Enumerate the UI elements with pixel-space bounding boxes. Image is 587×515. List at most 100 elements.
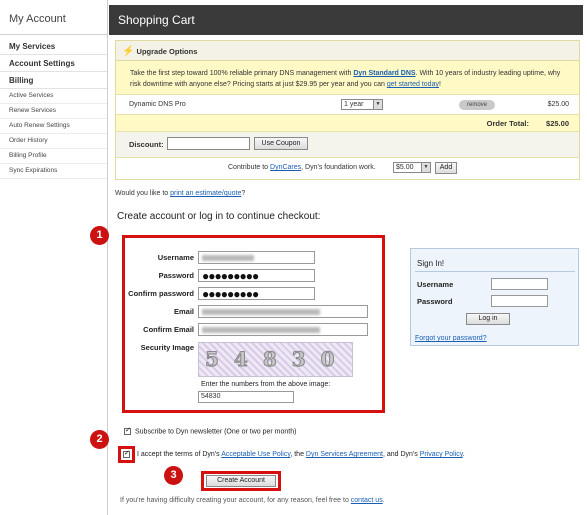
password-row: Password ●●●●●●●●● <box>125 269 382 283</box>
help-text-part: If you're having difficulty creating you… <box>120 497 351 504</box>
password-dots: ●●●●●●●●● <box>202 269 259 282</box>
upgrade-options-bar: ⚡ Upgrade Options <box>116 41 579 61</box>
confirm-email-row: Confirm Email <box>125 323 382 337</box>
redacted-text <box>202 255 254 261</box>
confirm-password-field[interactable]: ●●●●●●●●● <box>198 287 315 300</box>
sidebar-item-order-history[interactable]: Order History <box>0 134 107 149</box>
order-total-row: Order Total: $25.00 <box>116 115 579 132</box>
sidebar-title: My Account <box>0 0 107 35</box>
sidebar-item-renew-services[interactable]: Renew Services <box>0 104 107 119</box>
terms-text-part: I accept the terms of Dyn's <box>137 451 222 458</box>
add-contribution-button[interactable]: Add <box>435 162 457 174</box>
print-estimate-link[interactable]: print an estimate/quote <box>170 190 241 197</box>
email-field[interactable] <box>198 305 368 318</box>
signin-password-input[interactable] <box>491 295 548 307</box>
estimate-text-part: ? <box>241 190 246 197</box>
remove-button[interactable]: remove <box>459 100 495 110</box>
discount-input[interactable] <box>167 137 250 150</box>
contribution-amount-select[interactable]: $5.00 ▼ <box>393 162 431 173</box>
chevron-down-icon: ▼ <box>373 100 382 109</box>
email-label: Email <box>173 307 194 316</box>
sidebar-item-billing-profile[interactable]: Billing Profile <box>0 149 107 164</box>
contribute-text-part: Contribute to <box>228 164 271 171</box>
estimate-text: Would you like to print an estimate/quot… <box>115 190 245 197</box>
contribute-text: Contribute to DynCares, Dyn's foundation… <box>228 164 376 171</box>
step-marker-2: 2 <box>90 430 109 449</box>
order-total-label: Order Total: <box>486 119 529 128</box>
signin-username-input[interactable] <box>491 278 548 290</box>
terms-text-part: , and Dyn's <box>382 451 420 458</box>
captcha-hint: Enter the numbers from the above image: <box>201 381 331 388</box>
terms-text-part: . <box>462 451 465 458</box>
create-account-button[interactable]: Create Account <box>206 475 276 487</box>
captcha-digits: 54830 <box>205 347 350 372</box>
confirm-password-label: Confirm password <box>128 289 194 298</box>
item-price: $25.00 <box>547 101 569 108</box>
promo-text-part: ! <box>438 81 441 88</box>
sidebar-item-auto-renew-settings[interactable]: Auto Renew Settings <box>0 119 107 134</box>
username-label: Username <box>157 253 194 262</box>
redacted-text <box>202 327 320 333</box>
sidebar-item-account-settings[interactable]: Account Settings <box>0 55 107 72</box>
help-text-part: . <box>382 497 385 504</box>
log-in-button[interactable]: Log in <box>466 313 510 325</box>
step-marker-1: 1 <box>90 226 109 245</box>
newsletter-checkbox[interactable] <box>124 426 131 435</box>
sidebar-list: My Services Account Settings Billing Act… <box>0 38 107 179</box>
sidebar-item-billing[interactable]: Billing <box>0 72 107 89</box>
estimate-text-part: Would you like to <box>115 190 171 197</box>
use-coupon-button[interactable]: Use Coupon <box>254 137 308 150</box>
privacy-policy-link[interactable]: Privacy Policy <box>420 451 463 458</box>
term-select[interactable]: 1 year ▼ <box>341 99 383 110</box>
email-row: Email <box>125 305 382 319</box>
username-row: Username <box>125 251 382 265</box>
create-account-highlight: Create Account <box>201 471 281 491</box>
redacted-text <box>202 309 320 315</box>
page-title: Shopping Cart <box>109 5 583 35</box>
contribute-text-part: , Dyn's foundation work. <box>301 164 376 171</box>
security-image-label: Security Image <box>140 343 194 352</box>
step-marker-3: 3 <box>164 466 183 485</box>
dyn-standard-dns-link[interactable]: Dyn Standard DNS <box>353 70 415 77</box>
term-select-value: 1 year <box>344 101 364 108</box>
contribute-row: Contribute to DynCares, Dyn's foundation… <box>116 158 579 178</box>
username-field[interactable] <box>198 251 315 264</box>
terms-highlight <box>118 446 135 463</box>
promo-text: Take the first step toward 100% reliable… <box>116 61 579 95</box>
upgrade-title: Upgrade Options <box>136 47 198 56</box>
get-started-link[interactable]: get started today <box>387 81 439 88</box>
lightning-icon: ⚡ <box>122 46 135 57</box>
password-field[interactable]: ●●●●●●●●● <box>198 269 315 282</box>
cart-item-row: Dynamic DNS Pro 1 year ▼ remove $25.00 <box>116 95 579 115</box>
divider <box>415 271 575 272</box>
password-label: Password <box>158 271 194 280</box>
order-total-value: $25.00 <box>546 119 569 128</box>
sidebar-item-active-services[interactable]: Active Services <box>0 89 107 104</box>
help-text: If you're having difficulty creating you… <box>120 497 385 504</box>
confirm-password-dots: ●●●●●●●●● <box>202 287 259 300</box>
sidebar-item-my-services[interactable]: My Services <box>0 38 107 55</box>
acceptable-use-policy-link[interactable]: Acceptable Use Policy <box>221 451 290 458</box>
cart-panel: ⚡ Upgrade Options Take the first step to… <box>115 40 580 180</box>
sidebar-item-sync-expirations[interactable]: Sync Expirations <box>0 164 107 179</box>
create-account-form: Username Password ●●●●●●●●● Confirm pass… <box>122 235 385 413</box>
chevron-down-icon: ▼ <box>421 163 430 172</box>
checkout-heading: Create account or log in to continue che… <box>117 211 321 222</box>
confirm-password-row: Confirm password ●●●●●●●●● <box>125 287 382 301</box>
captcha-input[interactable]: 54830 <box>198 391 294 403</box>
forgot-password-link[interactable]: Forgot your password? <box>415 335 487 342</box>
confirm-email-field[interactable] <box>198 323 368 336</box>
discount-label: Discount: <box>129 140 164 149</box>
dyncares-link[interactable]: DynCares <box>270 164 301 171</box>
newsletter-label: Subscribe to Dyn newsletter (One or two … <box>135 428 297 436</box>
promo-text-part: Take the first step toward 100% reliable… <box>130 70 354 77</box>
services-agreement-link[interactable]: Dyn Services Agreement <box>306 451 383 458</box>
contact-us-link[interactable]: contact us <box>351 497 383 504</box>
sign-in-title: Sign In! <box>417 259 445 268</box>
terms-text: I accept the terms of Dyn's Acceptable U… <box>137 451 465 458</box>
item-name: Dynamic DNS Pro <box>129 101 186 108</box>
terms-text-part: , the <box>290 451 306 458</box>
signin-username-label: Username <box>417 280 454 289</box>
newsletter-row: Subscribe to Dyn newsletter (One or two … <box>124 426 297 436</box>
terms-checkbox[interactable] <box>123 449 130 458</box>
